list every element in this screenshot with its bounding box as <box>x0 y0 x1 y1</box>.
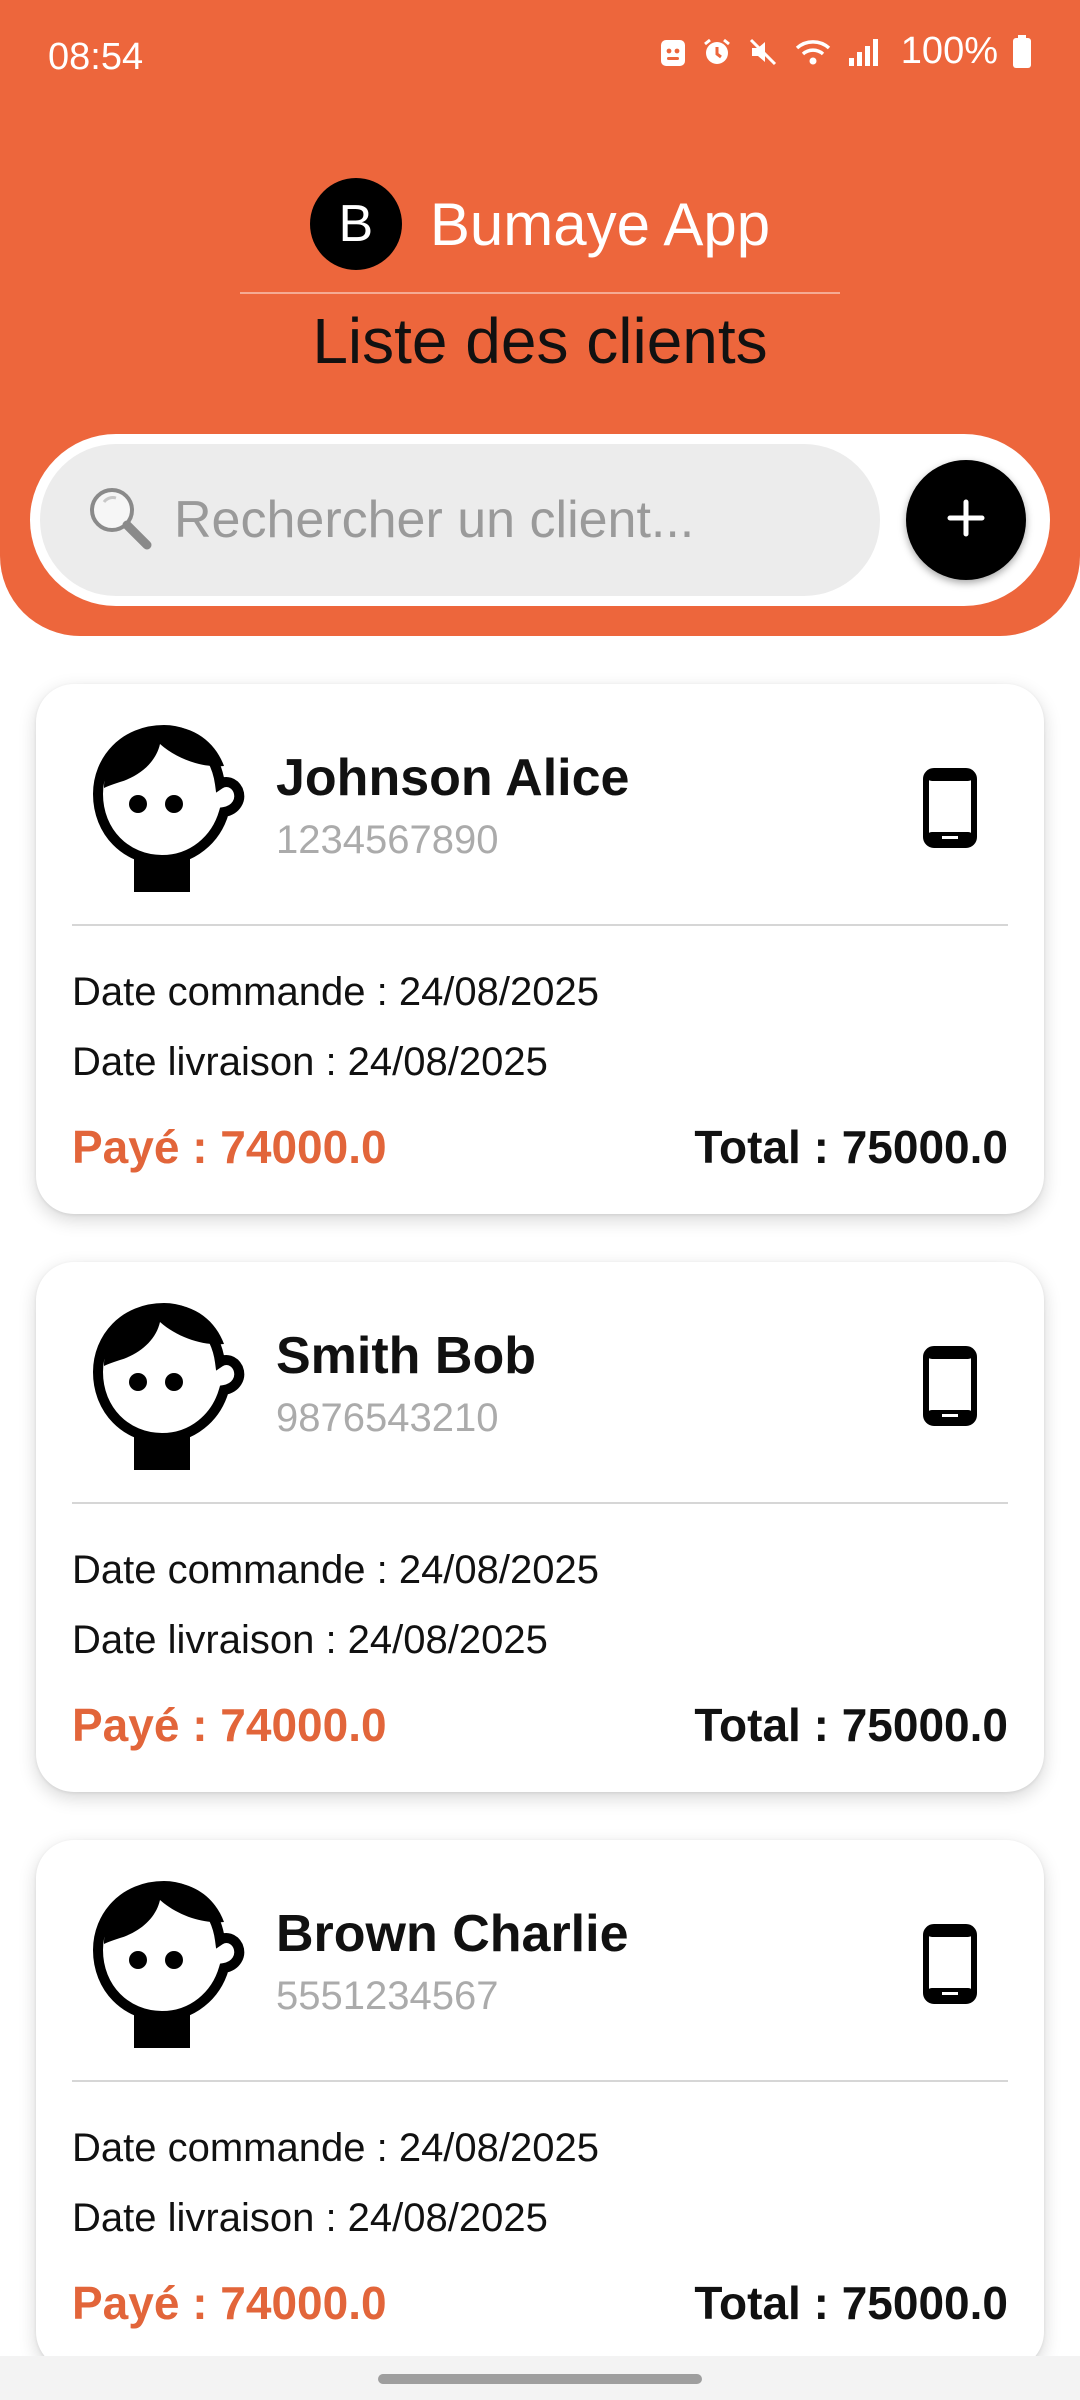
client-avatar-icon <box>76 1874 246 2057</box>
delivery-date: Date livraison : 24/08/2025 <box>72 1040 548 1084</box>
header-banner: 08:54 100% B Bumaye App Liste des client… <box>0 0 1080 636</box>
phone-icon[interactable] <box>922 1924 978 2009</box>
search-input[interactable] <box>172 489 836 551</box>
client-name: Brown Charlie <box>276 1905 629 1963</box>
battery-icon <box>1012 34 1032 69</box>
status-time: 08:54 <box>48 36 144 78</box>
total-amount: Total : 75000.0 <box>694 2277 1008 2329</box>
client-name: Smith Bob <box>276 1327 536 1385</box>
add-client-button[interactable] <box>906 460 1026 580</box>
phone-icon[interactable] <box>922 768 978 853</box>
card-divider <box>72 924 1008 926</box>
wifi-icon <box>793 36 833 68</box>
client-card[interactable]: Johnson Alice 1234567890 Date commande :… <box>36 684 1044 1214</box>
battery-percentage: 100% <box>900 30 998 72</box>
alarm-icon <box>701 36 733 68</box>
delivery-date: Date livraison : 24/08/2025 <box>72 1618 548 1662</box>
signal-icon <box>847 36 881 68</box>
header-divider <box>240 292 840 294</box>
client-avatar-icon <box>76 718 246 901</box>
phone-icon[interactable] <box>922 1346 978 1431</box>
app-logo: B <box>309 178 402 270</box>
app-brand: B Bumaye App <box>0 178 1080 270</box>
search-box[interactable] <box>40 444 880 596</box>
client-card[interactable]: Smith Bob 9876543210 Date commande : 24/… <box>36 1262 1044 1792</box>
status-bar: 08:54 100% <box>0 0 1080 120</box>
client-phone: 5551234567 <box>276 1974 499 2018</box>
app-name: Bumaye App <box>429 190 771 258</box>
client-phone: 9876543210 <box>276 1396 499 1440</box>
mute-icon <box>747 36 779 68</box>
paid-amount: Payé : 74000.0 <box>72 2277 387 2329</box>
order-date: Date commande : 24/08/2025 <box>72 2126 600 2170</box>
order-date: Date commande : 24/08/2025 <box>72 970 600 1014</box>
card-divider <box>72 2080 1008 2082</box>
order-date: Date commande : 24/08/2025 <box>72 1548 600 1592</box>
total-amount: Total : 75000.0 <box>694 1121 1008 1173</box>
client-name: Johnson Alice <box>276 749 630 807</box>
plus-icon <box>946 498 986 543</box>
client-card[interactable]: Brown Charlie 5551234567 Date commande :… <box>36 1840 1044 2370</box>
paid-amount: Payé : 74000.0 <box>72 1699 387 1751</box>
total-amount: Total : 75000.0 <box>694 1699 1008 1751</box>
card-divider <box>72 1502 1008 1504</box>
paid-amount: Payé : 74000.0 <box>72 1121 387 1173</box>
client-phone: 1234567890 <box>276 818 499 862</box>
status-icons: 100% <box>659 30 1032 73</box>
client-avatar-icon <box>76 1296 246 1479</box>
android-debug-icon <box>659 36 687 68</box>
page-title: Liste des clients <box>312 305 768 377</box>
search-icon <box>82 480 158 561</box>
home-indicator[interactable] <box>378 2374 702 2384</box>
delivery-date: Date livraison : 24/08/2025 <box>72 2196 548 2240</box>
search-bar-container <box>30 434 1050 606</box>
